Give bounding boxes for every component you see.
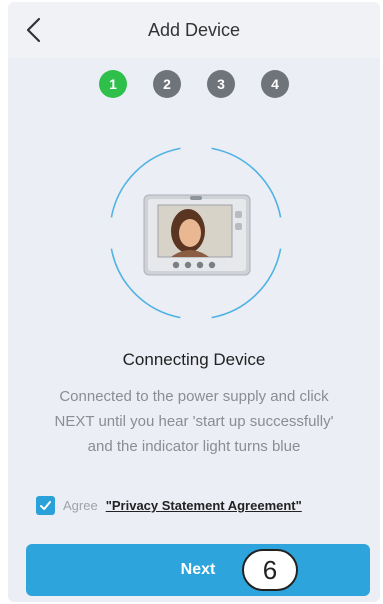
step-2: 2 [153, 70, 181, 98]
instruction-text: Connected to the power supply and click … [30, 384, 358, 459]
connecting-title: Connecting Device [122, 350, 266, 369]
header-bar: Add Device [8, 2, 380, 58]
back-button[interactable] [20, 16, 48, 44]
chevron-left-icon [26, 17, 41, 43]
device-illustration [110, 147, 282, 319]
instruction-line: Connected to the power supply and click [59, 388, 329, 405]
agree-label: Agree [63, 498, 98, 513]
step-indicator: 1 2 3 4 [8, 70, 380, 98]
step-4: 4 [261, 70, 289, 98]
agreement-row: Agree "Privacy Statement Agreement" [36, 496, 302, 515]
step-3: 3 [207, 70, 235, 98]
step-1: 1 [99, 70, 127, 98]
instruction-line: and the indicator light turns blue [87, 438, 301, 455]
page-title: Add Device [147, 19, 241, 40]
intercom-monitor-icon [143, 194, 251, 276]
next-button-label: Next [180, 561, 216, 578]
next-button[interactable]: Next [26, 544, 370, 596]
checkmark-icon [40, 501, 51, 510]
app-screen: Add Device 1 2 3 4 Connecting Device Con… [8, 2, 380, 602]
step-callout-badge: 6 [242, 549, 298, 591]
privacy-agreement-link[interactable]: "Privacy Statement Agreement" [106, 498, 302, 513]
instruction-line: NEXT until you hear 'start up successful… [54, 413, 334, 430]
agree-checkbox[interactable] [36, 496, 55, 515]
